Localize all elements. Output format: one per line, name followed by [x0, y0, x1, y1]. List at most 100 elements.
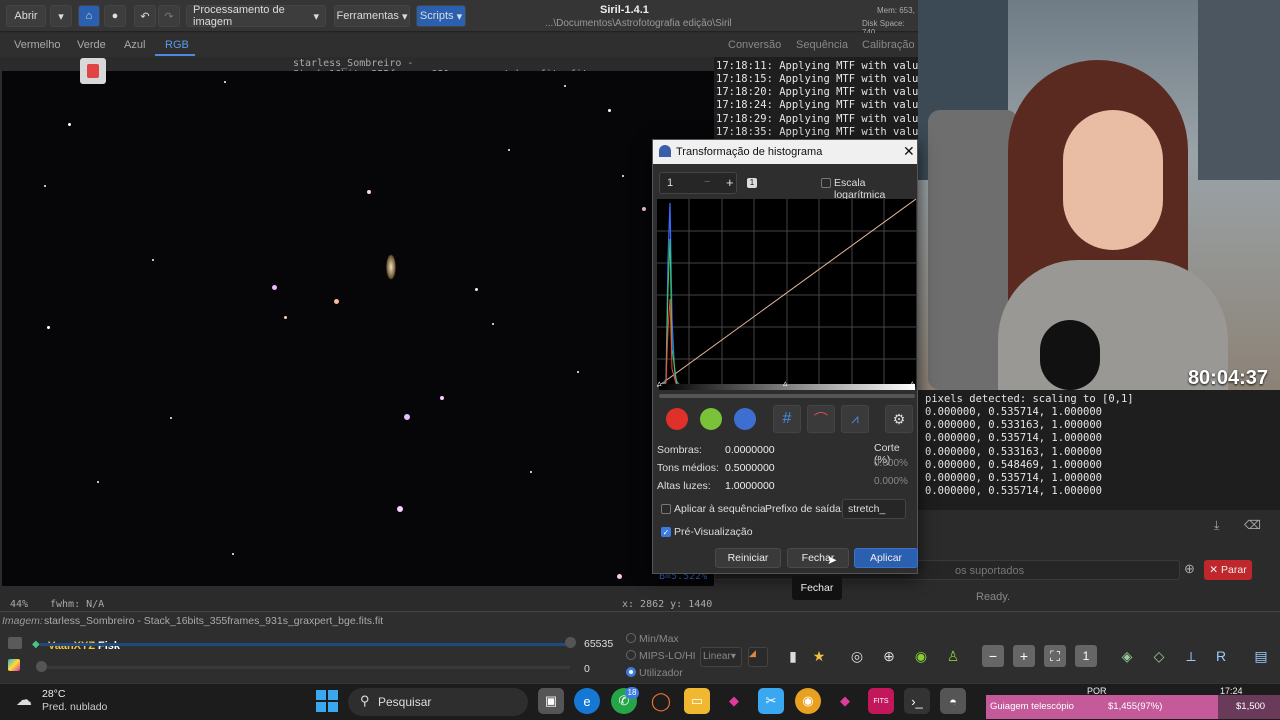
zoom-one-icon[interactable]: 1	[747, 178, 757, 188]
shadows-value[interactable]: 0.0000000	[725, 444, 775, 456]
minus-icon[interactable]: −	[704, 176, 710, 188]
max-value[interactable]: 65535	[584, 638, 613, 650]
home-icon[interactable]: ⌂	[78, 5, 100, 27]
tab-conversion-label[interactable]: Conversão	[728, 39, 781, 51]
monitor-icon[interactable]	[8, 637, 22, 649]
log-scale-checkbox[interactable]	[821, 178, 831, 188]
terminal-icon[interactable]: ›_	[904, 688, 930, 714]
flip-icon[interactable]: ◇	[1148, 645, 1170, 667]
plus-icon[interactable]: +	[726, 175, 734, 190]
close-button[interactable]: Fechar	[787, 548, 849, 568]
min-value[interactable]: 0	[584, 663, 590, 675]
tab-calibration-label[interactable]: Calibração	[862, 39, 915, 51]
photometry-icon[interactable]: ◎	[846, 645, 868, 667]
preview-checkbox[interactable]: ✓	[661, 527, 671, 537]
min-slider-handle[interactable]	[36, 661, 47, 672]
curve-icon[interactable]: ⌒	[807, 405, 835, 433]
zoom-stepper[interactable]: 1 − +	[659, 172, 737, 194]
open-button[interactable]: Abrir	[6, 5, 46, 27]
zoom-out-icon[interactable]: −	[982, 645, 1004, 667]
log-line: 17:18:29: Applying MTF with values	[716, 113, 931, 125]
language-indicator[interactable]: POR	[1087, 686, 1107, 696]
clear-icon[interactable]: ⌫	[1244, 518, 1261, 532]
star	[608, 109, 611, 112]
apply-button[interactable]: Aplicar	[854, 548, 918, 568]
tab-sequence-label[interactable]: Sequência	[796, 39, 848, 51]
redo-icon[interactable]: ↷	[158, 5, 180, 27]
person-icon[interactable]: ♙	[942, 645, 964, 667]
highlights-value[interactable]: 1.0000000	[725, 480, 775, 492]
log-line: 17:18:15: Applying MTF with values	[716, 73, 931, 85]
globe-icon[interactable]: ⊕	[878, 645, 900, 667]
close-icon[interactable]: ✕	[903, 143, 915, 160]
apply-sequence-checkbox[interactable]	[661, 504, 671, 514]
zoom-fit-icon[interactable]: ⛶	[1044, 645, 1066, 667]
red-channel-toggle[interactable]	[666, 408, 688, 430]
scripts-menu[interactable]: Scripts ▾	[416, 5, 466, 27]
tab-blue[interactable]: Azul	[124, 39, 145, 51]
chrome-icon[interactable]: ◉	[795, 688, 821, 714]
tab-red[interactable]: Vermelho	[14, 39, 60, 51]
midtones-value[interactable]: 0.5000000	[725, 462, 775, 474]
help-icon[interactable]: ⊕	[1184, 561, 1195, 577]
shadows-handle[interactable]: ▵	[657, 378, 662, 389]
zoom-one-icon[interactable]: 1	[1075, 645, 1097, 667]
snapshot-button[interactable]	[80, 58, 106, 84]
obsidian-icon[interactable]: ◆	[721, 688, 747, 714]
midtones-handle[interactable]: ▵	[783, 378, 788, 389]
weather-temp[interactable]: 28°C	[42, 688, 65, 700]
stf-icon[interactable]: ◢	[748, 647, 768, 667]
windows-start-icon[interactable]	[316, 690, 338, 712]
origin-icon[interactable]: ◯	[648, 688, 674, 714]
clock[interactable]: 17:24	[1220, 686, 1243, 696]
minmax-radio[interactable]	[626, 633, 636, 643]
open-dropdown-button[interactable]: ▾	[50, 5, 72, 27]
undo-icon[interactable]: ↶	[134, 5, 156, 27]
histogram-icon[interactable]: ⩘	[841, 405, 869, 433]
tab-green[interactable]: Verde	[77, 39, 106, 51]
mips-radio[interactable]	[626, 650, 636, 660]
rotate-icon[interactable]: ◈	[1116, 645, 1138, 667]
astro-icon[interactable]: ★	[808, 645, 830, 667]
image-canvas[interactable]: B=5.522%	[2, 71, 714, 586]
record-icon[interactable]: ●	[104, 5, 126, 27]
reset-button[interactable]: Reiniciar	[715, 548, 781, 568]
max-slider[interactable]	[40, 643, 570, 646]
settings-icon[interactable]: ⚙	[885, 405, 913, 433]
folder-icon[interactable]: ▭	[684, 688, 710, 714]
histogram-plot[interactable]	[657, 199, 916, 387]
edge-icon[interactable]: e	[574, 688, 600, 714]
blue-channel-toggle[interactable]	[734, 408, 756, 430]
max-slider-handle[interactable]	[565, 637, 576, 648]
grid-icon[interactable]: #	[773, 405, 801, 433]
layers-icon[interactable]: ▤	[1250, 645, 1272, 667]
weather-icon[interactable]: ☁	[16, 690, 32, 710]
mouse-cursor-icon: ➤	[827, 553, 838, 567]
color-icon[interactable]	[8, 659, 20, 671]
zoom-in-icon[interactable]: +	[1013, 645, 1035, 667]
search-box[interactable]: ⚲ Pesquisar	[348, 688, 528, 716]
app-icon[interactable]: ◆	[832, 688, 858, 714]
fits-liberator-icon[interactable]: FITS	[868, 688, 894, 714]
cut-icon[interactable]: ⟂	[1180, 645, 1202, 667]
download-icon[interactable]: ⤓	[1214, 518, 1219, 533]
target-icon[interactable]: ◉	[910, 645, 932, 667]
webcam-wall	[1198, 0, 1280, 180]
green-channel-toggle[interactable]	[700, 408, 722, 430]
user-radio[interactable]	[626, 667, 636, 677]
weather-desc[interactable]: Pred. nublado	[42, 701, 107, 713]
rgb-icon[interactable]: R	[1210, 645, 1232, 667]
processing-menu[interactable]: Processamento de imagem ▾	[186, 4, 326, 28]
highlights-handle[interactable]: ▵	[910, 378, 915, 389]
min-slider[interactable]	[40, 666, 570, 669]
scale-select[interactable]: Linear▾	[700, 647, 742, 667]
negative-icon[interactable]: ▮	[782, 645, 804, 667]
tab-rgb[interactable]: RGB	[165, 39, 189, 51]
scrollbar[interactable]	[659, 394, 915, 398]
task-view-icon[interactable]: ▣	[538, 688, 564, 714]
siril-taskbar-icon[interactable]: ◓	[940, 688, 966, 714]
tools-menu[interactable]: Ferramentas ▾	[334, 5, 410, 27]
stop-button[interactable]: ✕ Parar	[1204, 560, 1252, 580]
prefix-input[interactable]: stretch_	[842, 499, 906, 519]
snip-icon[interactable]: ✂	[758, 688, 784, 714]
